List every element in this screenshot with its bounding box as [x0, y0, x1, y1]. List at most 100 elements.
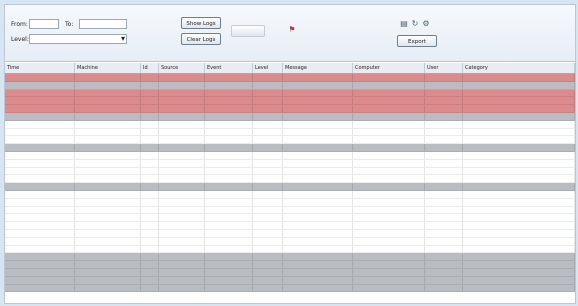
- table-cell: [205, 229, 253, 237]
- table-row[interactable]: [5, 97, 575, 106]
- table-cell: [425, 120, 463, 128]
- table-cell: [353, 74, 425, 81]
- table-row[interactable]: [5, 89, 575, 98]
- column-header[interactable]: Id: [141, 63, 159, 73]
- table-row[interactable]: [5, 128, 575, 137]
- export-button[interactable]: Export: [397, 35, 437, 47]
- table-row[interactable]: [5, 253, 575, 262]
- table-cell: [353, 183, 425, 190]
- table-cell: [425, 128, 463, 136]
- chevron-down-icon[interactable]: ▾: [118, 34, 128, 44]
- disabled-action-button[interactable]: [231, 25, 265, 37]
- table-cell: [205, 276, 253, 284]
- column-header[interactable]: Time: [5, 63, 75, 73]
- table-cell: [75, 175, 141, 183]
- table-row[interactable]: [5, 136, 575, 145]
- table-cell: [205, 183, 253, 190]
- table-cell: [141, 198, 159, 206]
- table-row[interactable]: [5, 276, 575, 285]
- table-cell: [5, 175, 75, 183]
- filter-toolbar: From: To: Level: ▾ Show Logs Clear Logs …: [5, 5, 575, 62]
- table-cell: [283, 89, 353, 97]
- table-cell: [75, 167, 141, 175]
- column-header[interactable]: Level: [253, 63, 283, 73]
- column-header[interactable]: Computer: [353, 63, 425, 73]
- table-cell: [353, 167, 425, 175]
- filter-icon[interactable]: ⚑: [287, 25, 297, 35]
- table-cell: [5, 151, 75, 159]
- table-cell: [141, 112, 159, 120]
- table-cell: [141, 276, 159, 284]
- table-cell: [141, 128, 159, 136]
- table-cell: [253, 206, 283, 214]
- table-cell: [353, 159, 425, 167]
- table-cell: [75, 136, 141, 144]
- table-row[interactable]: [5, 268, 575, 277]
- table-cell: [253, 112, 283, 120]
- table-row[interactable]: [5, 245, 575, 254]
- table-cell: [353, 105, 425, 112]
- from-date-field[interactable]: [29, 19, 59, 29]
- table-row[interactable]: [5, 229, 575, 238]
- table-cell: [283, 245, 353, 253]
- table-row[interactable]: [5, 214, 575, 223]
- table-row[interactable]: [5, 261, 575, 269]
- table-cell: [75, 183, 141, 190]
- table-row[interactable]: [5, 159, 575, 168]
- refresh-icon[interactable]: ↻: [410, 19, 420, 29]
- table-row[interactable]: [5, 222, 575, 230]
- gear-icon[interactable]: ⚙: [421, 19, 431, 29]
- table-row[interactable]: [5, 206, 575, 215]
- show-logs-button[interactable]: Show Logs: [181, 17, 221, 29]
- table-row[interactable]: [5, 151, 575, 160]
- table-row[interactable]: [5, 190, 575, 199]
- table-cell: [463, 268, 575, 276]
- column-header[interactable]: Machine: [75, 63, 141, 73]
- level-select[interactable]: [29, 34, 127, 44]
- column-header[interactable]: Event: [205, 63, 253, 73]
- table-row[interactable]: [5, 81, 575, 90]
- table-cell: [159, 89, 205, 97]
- table-row[interactable]: [5, 167, 575, 176]
- table-cell: [159, 128, 205, 136]
- table-row[interactable]: [5, 198, 575, 207]
- table-cell: [253, 198, 283, 206]
- table-cell: [283, 167, 353, 175]
- table-row[interactable]: [5, 144, 575, 152]
- table-header: Time Machine Id Source Event Level Message Comp…: [5, 63, 575, 74]
- from-label: From:: [11, 21, 28, 28]
- table-cell: [253, 74, 283, 81]
- table-row[interactable]: [5, 175, 575, 184]
- level-label: Level:: [11, 36, 29, 43]
- table-cell: [353, 97, 425, 105]
- table-cell: [5, 261, 75, 268]
- table-cell: [425, 245, 463, 253]
- table-cell: [283, 198, 353, 206]
- column-header[interactable]: Message: [283, 63, 353, 73]
- table-cell: [5, 229, 75, 237]
- table-body: [5, 74, 575, 293]
- table-row[interactable]: [5, 105, 575, 113]
- table-cell: [283, 120, 353, 128]
- table-cell: [425, 276, 463, 284]
- table-cell: [283, 128, 353, 136]
- table-cell: [253, 183, 283, 190]
- table-row[interactable]: [5, 237, 575, 246]
- to-date-field[interactable]: [79, 19, 127, 29]
- table-row[interactable]: [5, 183, 575, 191]
- table-cell: [283, 229, 353, 237]
- table-cell: [425, 261, 463, 268]
- print-icon[interactable]: ▤: [399, 19, 409, 29]
- column-header[interactable]: Source: [159, 63, 205, 73]
- clear-logs-button[interactable]: Clear Logs: [181, 33, 221, 45]
- table-row[interactable]: [5, 74, 575, 82]
- table-row[interactable]: [5, 120, 575, 129]
- table-row[interactable]: [5, 112, 575, 121]
- table-cell: [205, 206, 253, 214]
- table-cell: [159, 144, 205, 151]
- column-header[interactable]: User: [425, 63, 463, 73]
- table-row[interactable]: [5, 284, 575, 293]
- column-header[interactable]: Category: [463, 63, 575, 73]
- table-cell: [463, 175, 575, 183]
- table-cell: [141, 89, 159, 97]
